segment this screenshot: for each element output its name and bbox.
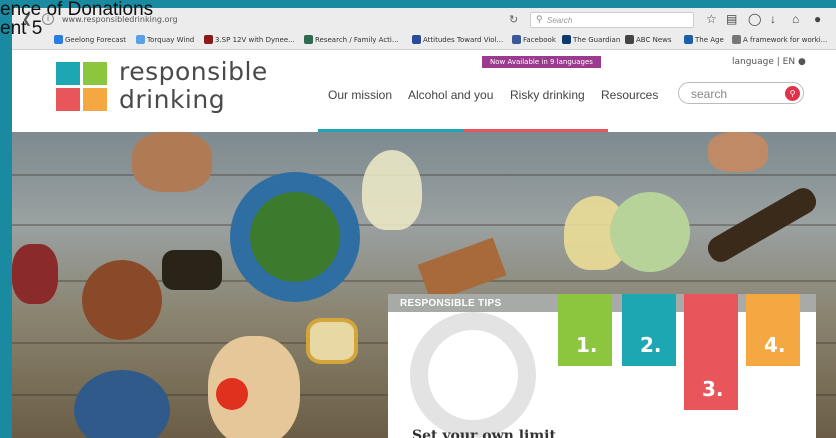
- site-search-input[interactable]: search ⚲: [678, 82, 804, 104]
- red-flower: [216, 378, 248, 410]
- hand: [132, 132, 212, 192]
- browser-search-placeholder: Search: [547, 16, 573, 25]
- bookmark-item[interactable]: The Guardian: [562, 35, 620, 44]
- download-icon[interactable]: ↓: [770, 12, 776, 26]
- language-selector[interactable]: language | EN ●: [732, 57, 806, 67]
- bookmark-item[interactable]: The Age: [684, 35, 724, 44]
- table-plank-line: [12, 224, 836, 226]
- bookmark-favicon-icon: [204, 35, 213, 44]
- bookmark-favicon-icon: [562, 35, 571, 44]
- bookmark-item[interactable]: Research / Family Acti...: [304, 35, 399, 44]
- tip-3-label: 3.: [702, 377, 724, 401]
- tip-1-label: 1.: [576, 333, 598, 357]
- red-dish: [12, 244, 58, 304]
- tips-title: RESPONSIBLE TIPS: [400, 298, 502, 309]
- hero-image: RESPONSIBLE TIPS 1. 2. 3. 4. Set your ow…: [12, 132, 836, 438]
- wine-glass: [362, 150, 422, 230]
- bookmark-item[interactable]: A framework for worki...: [732, 35, 827, 44]
- green-plate: [610, 192, 690, 272]
- reload-icon[interactable]: ↻: [509, 13, 518, 26]
- bookmark-favicon-icon: [512, 35, 521, 44]
- slide-title: ence of Donations ent 5: [0, 0, 154, 39]
- logo-text-line2: drinking: [119, 85, 226, 114]
- site-header: responsible drinking Now Available in 9 …: [12, 50, 836, 132]
- bookmark-favicon-icon: [684, 35, 693, 44]
- logo-warning-icon: [56, 88, 80, 111]
- decorative-ring: [410, 312, 536, 438]
- salad: [250, 192, 340, 282]
- nav-resources[interactable]: Resources: [601, 88, 658, 102]
- browser-search-input[interactable]: ⚲ Search: [530, 12, 694, 28]
- chili-plate: [82, 260, 162, 340]
- bookmark-favicon-icon: [412, 35, 421, 44]
- responsible-tips-panel: RESPONSIBLE TIPS 1. 2. 3. 4. Set your ow…: [388, 294, 816, 438]
- tip-4-label: 4.: [764, 333, 786, 357]
- bookmark-favicon-icon: [732, 35, 741, 44]
- bookmark-favicon-icon: [304, 35, 313, 44]
- logo-text-line1: responsible: [119, 57, 268, 86]
- bookmark-item[interactable]: Attitudes Toward Viol...: [412, 35, 503, 44]
- home-icon[interactable]: ⌂: [792, 12, 799, 26]
- pocket-icon[interactable]: ◯: [748, 12, 761, 26]
- logo-gift-icon: [83, 62, 107, 85]
- site-search-placeholder: search: [691, 87, 728, 101]
- logo-text[interactable]: responsible drinking: [119, 58, 268, 114]
- bookmark-star-icon[interactable]: ☆: [706, 12, 717, 26]
- tip-2[interactable]: 2.: [622, 294, 676, 366]
- bookmark-favicon-icon: [625, 35, 634, 44]
- languages-badge[interactable]: Now Available in 9 languages: [482, 56, 601, 68]
- nav-our-mission[interactable]: Our mission: [328, 88, 392, 102]
- logo-people-icon: [83, 88, 107, 111]
- tip-3[interactable]: 3.: [684, 294, 738, 410]
- meat-board: [417, 237, 507, 303]
- search-icon: ⚲: [536, 14, 543, 24]
- search-icon[interactable]: ⚲: [785, 86, 800, 101]
- logo-globe-icon: [56, 62, 80, 85]
- extension-icon[interactable]: ●: [814, 12, 821, 26]
- hand: [708, 132, 768, 172]
- toolbar-icons: ☆ ▤ ◯ ↓ ⌂ ●: [702, 12, 836, 30]
- language-label: language | EN: [732, 57, 796, 67]
- nav-risky-drinking[interactable]: Risky drinking: [510, 88, 585, 102]
- wine-bottle: [162, 250, 222, 290]
- herb-bowl: [74, 370, 170, 438]
- bookmark-item[interactable]: 3.SP 12V with Dynee...: [204, 35, 295, 44]
- slide-left-strip: [0, 0, 12, 438]
- tip-4[interactable]: 4.: [746, 294, 800, 366]
- tips-heading: Set your own limit: [412, 428, 556, 438]
- globe-icon: ●: [797, 57, 806, 67]
- reading-list-icon[interactable]: ▤: [726, 12, 737, 26]
- tip-1[interactable]: 1.: [558, 294, 612, 366]
- nav-alcohol-and-you[interactable]: Alcohol and you: [408, 88, 493, 102]
- dip-cup: [306, 318, 358, 364]
- logo[interactable]: [56, 62, 108, 112]
- bookmark-item[interactable]: Facebook: [512, 35, 556, 44]
- tip-2-label: 2.: [640, 333, 662, 357]
- bookmark-item[interactable]: ABC News: [625, 35, 672, 44]
